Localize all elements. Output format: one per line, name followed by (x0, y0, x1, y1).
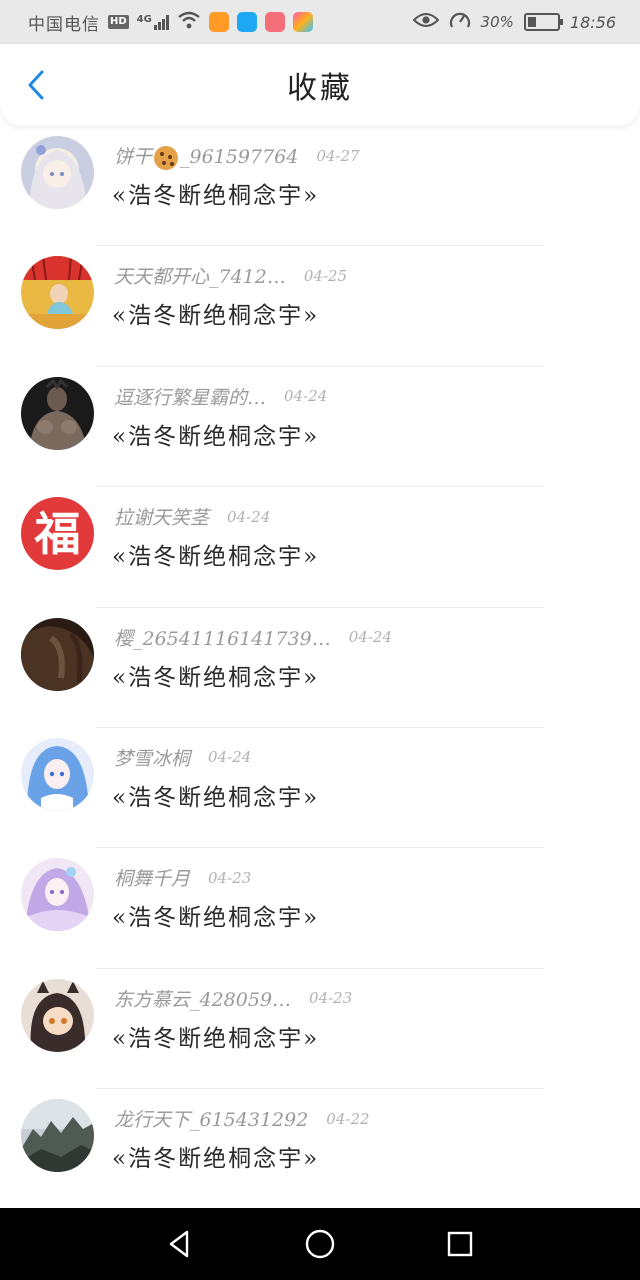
nav-home-button[interactable] (300, 1224, 340, 1264)
avatar (21, 978, 94, 1052)
username-text: 饼干 (114, 146, 153, 168)
system-nav-bar (0, 1208, 640, 1280)
status-bar: 中国电信 HD 4G 30% 18:56 (0, 0, 640, 44)
status-right: 30% 18:56 (412, 10, 616, 34)
username: 天天都开心_7412… (114, 266, 286, 289)
item-date: 04-24 (284, 387, 328, 406)
item-meta: 樱_26541116141739… 04-24 (114, 624, 392, 651)
work-title: «浩冬断绝桐念宇» (112, 784, 320, 811)
work-title: «浩冬断绝桐念宇» (112, 664, 320, 691)
favorite-item[interactable]: 樱_26541116141739… 04-24 «浩冬断绝桐念宇» (0, 608, 640, 729)
nav-back-button[interactable] (160, 1224, 200, 1264)
avatar (21, 136, 94, 209)
battery-fill (527, 17, 536, 27)
status-left: 中国电信 HD 4G (28, 10, 313, 35)
avatar (21, 858, 94, 932)
work-title: «浩冬断绝桐念宇» (112, 423, 320, 450)
item-meta: 天天都开心_7412… 04-25 (114, 262, 347, 289)
item-meta: 梦雪冰桐 04-24 (114, 744, 251, 771)
chevron-left-icon (28, 70, 44, 100)
item-meta: 拉谢天笑茎 04-24 (114, 503, 270, 530)
item-date: 04-24 (208, 748, 252, 767)
avatar: 福 (21, 497, 94, 571)
favorite-item[interactable]: 逗逐行繁星霸的… 04-24 «浩冬断绝桐念宇» (0, 367, 640, 488)
avatar (21, 1099, 94, 1173)
header: 收藏 (0, 44, 640, 126)
item-date: 04-22 (326, 1109, 370, 1128)
item-date: 04-23 (309, 989, 353, 1008)
wifi-icon (177, 11, 201, 33)
username: 拉谢天笑茎 (114, 507, 210, 530)
hd-icon: HD (108, 15, 129, 29)
item-date: 04-23 (208, 868, 252, 887)
signal-icon: 4G (137, 14, 169, 30)
search-app-icon (236, 12, 257, 32)
item-meta: 饼干 _961597764 04-27 (114, 142, 360, 170)
gift-app-icon (264, 12, 285, 32)
page-title: 收藏 (287, 71, 353, 106)
item-date: 04-27 (316, 147, 360, 165)
cookie-emoji-icon (154, 146, 179, 170)
square-recents-icon (447, 1231, 473, 1257)
work-title: «浩冬断绝桐念宇» (112, 303, 320, 330)
avatar-text: 福 (34, 506, 81, 561)
item-meta: 逗逐行繁星霸的… 04-24 (114, 383, 327, 410)
work-title: «浩冬断绝桐念宇» (112, 183, 320, 209)
username: 梦雪冰桐 (114, 747, 191, 770)
item-date: 04-24 (348, 628, 392, 647)
eye-icon (412, 12, 439, 32)
favorites-list: 饼干 _961597764 04-27 «浩冬断绝桐念宇» 天天都开心_7412…… (0, 126, 640, 1210)
speed-icon (449, 10, 471, 34)
favorite-item[interactable]: 龙行天下_615431292 04-22 «浩冬断绝桐念宇» (0, 1089, 640, 1210)
work-title: «浩冬断绝桐念宇» (112, 1146, 320, 1173)
nav-recents-button[interactable] (440, 1224, 480, 1264)
username: 龙行天下_615431292 (114, 1109, 309, 1132)
item-meta: 龙行天下_615431292 04-22 (114, 1105, 370, 1132)
status-time: 18:56 (569, 12, 616, 32)
avatar (21, 376, 94, 450)
item-meta: 桐舞千月 04-23 (114, 864, 251, 891)
item-meta: 东方慕云_428059… 04-23 (114, 985, 352, 1012)
favorite-item[interactable]: 福 拉谢天笑茎 04-24 «浩冬断绝桐念宇» (0, 487, 640, 608)
network-label: 4G (136, 14, 152, 25)
store-app-icon (292, 12, 313, 32)
work-title: «浩冬断绝桐念宇» (112, 1025, 320, 1052)
favorite-item[interactable]: 桐舞千月 04-23 «浩冬断绝桐念宇» (0, 848, 640, 970)
username: 东方慕云_428059… (114, 988, 292, 1011)
work-title: «浩冬断绝桐念宇» (112, 905, 320, 932)
username: 桐舞千月 (114, 868, 191, 891)
username: 饼干 _961597764 (114, 142, 298, 170)
favorite-item[interactable]: 饼干 _961597764 04-27 «浩冬断绝桐念宇» (0, 126, 640, 247)
battery-icon (523, 13, 563, 31)
triangle-back-icon (169, 1230, 189, 1258)
favorite-item[interactable]: 东方慕云_428059… 04-23 «浩冬断绝桐念宇» (0, 969, 640, 1090)
work-title: «浩冬断绝桐念宇» (112, 544, 320, 571)
item-date: 04-24 (227, 507, 271, 526)
carrier-label: 中国电信 (28, 14, 100, 35)
avatar (21, 256, 94, 330)
favorite-item[interactable]: 天天都开心_7412… 04-25 «浩冬断绝桐念宇» (0, 246, 640, 368)
item-date: 04-25 (303, 266, 348, 285)
circle-home-icon (305, 1229, 335, 1259)
video-app-icon (208, 12, 229, 32)
avatar (21, 617, 94, 691)
favorite-item[interactable]: 梦雪冰桐 04-24 «浩冬断绝桐念宇» (0, 728, 640, 849)
avatar (21, 737, 94, 811)
username-suffix: _961597764 (180, 146, 299, 168)
username: 逗逐行繁星霸的… (114, 386, 267, 409)
back-button[interactable] (18, 66, 54, 104)
username: 樱_26541116141739… (114, 627, 331, 650)
battery-percent: 30% (480, 13, 514, 31)
